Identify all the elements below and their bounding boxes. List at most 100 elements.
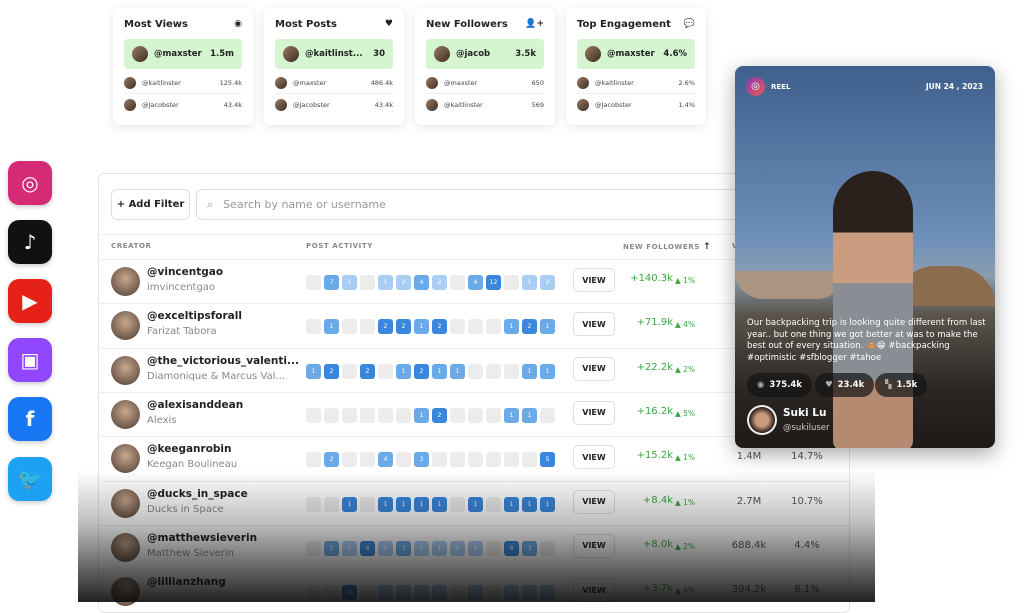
youtube-icon[interactable]: ▶ xyxy=(8,279,52,323)
activity-cell[interactable]: 1 xyxy=(468,496,483,512)
activity-cell[interactable]: 2 xyxy=(540,275,555,290)
activity-cell[interactable]: 1 xyxy=(522,407,537,423)
creator-handle[interactable]: @ducks_in_space xyxy=(147,488,248,500)
header-post-activity[interactable]: POST ACTIVITY xyxy=(306,242,373,250)
activity-cell[interactable]: 1 xyxy=(540,496,555,512)
activity-cell[interactable]: 1 xyxy=(414,585,429,601)
activity-cell[interactable]: 1 xyxy=(378,585,393,601)
activity-cell[interactable]: 6 xyxy=(360,540,375,556)
facebook-icon[interactable]: f xyxy=(8,397,52,441)
stat-leader[interactable]: @maxster 4.6% xyxy=(577,39,695,69)
table-row[interactable]: @matthewsieverin Matthew Sieverin 2 1 6 1 3 1… xyxy=(99,524,851,569)
activity-cell[interactable]: 1 xyxy=(522,496,537,512)
activity-cell[interactable]: 2 xyxy=(414,363,429,379)
activity-cell[interactable] xyxy=(396,452,411,468)
activity-cell[interactable] xyxy=(504,363,519,379)
view-button[interactable]: VIEW xyxy=(573,400,615,425)
activity-cell[interactable] xyxy=(306,275,321,290)
header-creator[interactable]: CREATOR xyxy=(111,242,152,250)
activity-cell[interactable]: 1 xyxy=(522,585,537,601)
stat-row[interactable]: @kaitlinster 569 xyxy=(426,94,544,116)
activity-cell[interactable] xyxy=(468,407,483,423)
activity-cell[interactable]: 3 xyxy=(414,452,429,468)
search-input[interactable]: ⌕ Search by name or username xyxy=(196,189,756,220)
activity-cell[interactable]: 4 xyxy=(378,452,393,468)
activity-cell[interactable]: 1 xyxy=(324,319,339,335)
activity-cell[interactable] xyxy=(432,452,447,468)
reel-preview-card[interactable]: ◎ REEL JUN 24 , 2023 Our backpacking tri… xyxy=(735,66,995,448)
stat-row[interactable]: @kaitlinster 125.4k xyxy=(124,72,242,94)
activity-cell[interactable] xyxy=(306,319,321,335)
stat-leader[interactable]: @jacob 3.5k xyxy=(426,39,544,69)
activity-cell[interactable]: 2 xyxy=(324,452,339,468)
activity-cell[interactable]: 1 xyxy=(522,363,537,379)
instagram-icon[interactable]: ◎ xyxy=(8,161,52,205)
activity-cell[interactable] xyxy=(396,407,411,423)
stat-row[interactable]: @maxster 486.4k xyxy=(275,72,393,94)
activity-cell[interactable]: 1 xyxy=(504,585,519,601)
activity-cell[interactable] xyxy=(306,496,321,512)
activity-cell[interactable] xyxy=(450,452,465,468)
activity-cell[interactable]: 1 xyxy=(432,496,447,512)
activity-cell[interactable] xyxy=(468,452,483,468)
activity-cell[interactable]: 1 xyxy=(414,540,429,556)
creator-handle[interactable]: @the_victorious_valenti... xyxy=(147,355,299,367)
activity-cell[interactable]: 1 xyxy=(540,319,555,335)
activity-cell[interactable] xyxy=(450,275,465,290)
activity-cell[interactable] xyxy=(360,452,375,468)
creator-handle[interactable]: @vincentgao xyxy=(147,266,223,278)
activity-cell[interactable]: 1 xyxy=(450,363,465,379)
activity-cell[interactable] xyxy=(306,407,321,423)
view-button[interactable]: VIEW xyxy=(573,578,615,603)
activity-cell[interactable]: 2 xyxy=(324,540,339,556)
activity-cell[interactable] xyxy=(378,363,393,379)
activity-cell[interactable]: 2 xyxy=(432,319,447,335)
activity-cell[interactable] xyxy=(342,319,357,335)
activity-cell[interactable] xyxy=(486,496,501,512)
activity-cell[interactable] xyxy=(486,540,501,556)
activity-cell[interactable]: 1 xyxy=(432,585,447,601)
activity-cell[interactable] xyxy=(378,407,393,423)
creator-handle[interactable]: @keeganrobin xyxy=(147,443,232,455)
activity-cell[interactable] xyxy=(306,585,321,601)
activity-cell[interactable] xyxy=(360,319,375,335)
activity-cell[interactable] xyxy=(342,363,357,379)
activity-cell[interactable]: 1 xyxy=(378,496,393,512)
activity-cell[interactable]: 1 xyxy=(396,496,411,512)
activity-cell[interactable] xyxy=(360,275,375,290)
activity-cell[interactable] xyxy=(450,319,465,335)
activity-cell[interactable]: 1 xyxy=(432,363,447,379)
activity-cell[interactable] xyxy=(342,452,357,468)
activity-cell[interactable] xyxy=(306,452,321,468)
activity-cell[interactable] xyxy=(360,496,375,512)
activity-cell[interactable]: 2 xyxy=(324,363,339,379)
activity-cell[interactable]: 1 xyxy=(396,363,411,379)
twitch-icon[interactable]: ▣ xyxy=(8,338,52,382)
activity-cell[interactable]: 2 xyxy=(378,319,393,335)
activity-cell[interactable]: 12 xyxy=(486,275,501,290)
activity-cell[interactable] xyxy=(540,407,555,423)
activity-cell[interactable] xyxy=(468,319,483,335)
activity-cell[interactable]: 1 xyxy=(414,407,429,423)
activity-cell[interactable]: 1 xyxy=(306,363,321,379)
stat-row[interactable]: @Jacobster 1.4% xyxy=(577,94,695,116)
activity-cell[interactable] xyxy=(486,319,501,335)
activity-cell[interactable] xyxy=(342,407,357,423)
table-row[interactable]: @lillianzhang 411111111 VIEW +3.7k ▲ 6% … xyxy=(99,569,851,613)
stat-row[interactable]: @Jacobster 43.4k xyxy=(124,94,242,116)
stat-leader[interactable]: @kaitlinst... 30 xyxy=(275,39,393,69)
activity-cell[interactable] xyxy=(324,496,339,512)
activity-cell[interactable] xyxy=(450,585,465,601)
activity-cell[interactable]: 1 xyxy=(468,540,483,556)
view-button[interactable]: VIEW xyxy=(573,533,615,558)
activity-cell[interactable]: 2 xyxy=(360,363,375,379)
activity-cell[interactable]: 2 xyxy=(432,275,447,290)
activity-cell[interactable]: 5 xyxy=(540,452,555,468)
creator-handle[interactable]: @lillianzhang xyxy=(147,576,226,588)
activity-cell[interactable] xyxy=(450,407,465,423)
table-row[interactable]: @ducks_in_space Ducks in Space 111111111… xyxy=(99,480,851,525)
view-button[interactable]: VIEW xyxy=(573,356,615,381)
activity-cell[interactable]: 1 xyxy=(432,540,447,556)
activity-cell[interactable] xyxy=(486,407,501,423)
activity-cell[interactable]: 1 xyxy=(342,540,357,556)
